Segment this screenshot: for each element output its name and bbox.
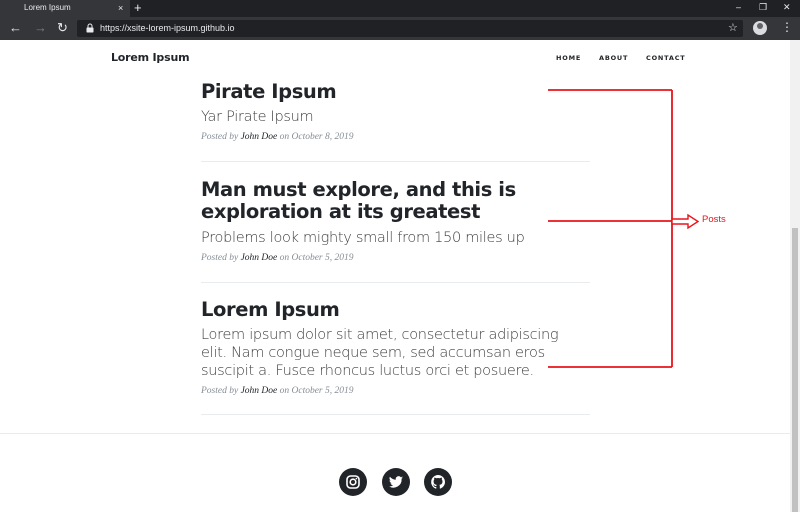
- post-title[interactable]: Man must explore, and this is exploratio…: [201, 179, 581, 223]
- post-date: October 5, 2019: [291, 386, 354, 396]
- meta-prefix: Posted by: [201, 253, 239, 263]
- meta-on: on: [279, 132, 290, 142]
- post-divider: [201, 161, 590, 162]
- new-tab-icon[interactable]: +: [134, 0, 142, 16]
- post-subtitle[interactable]: Problems look mighty small from 150 mile…: [201, 229, 601, 247]
- web-page: Lorem Ipsum HOME ABOUT CONTACT Pirate Ip…: [0, 40, 790, 512]
- browser-tab[interactable]: Lorem Ipsum ×: [0, 0, 130, 17]
- annotation-label: Posts: [702, 214, 726, 225]
- address-bar[interactable]: https://xsite-lorem-ipsum.github.io ☆: [77, 20, 743, 37]
- meta-prefix: Posted by: [201, 132, 239, 142]
- post-divider: [201, 282, 590, 283]
- post-author[interactable]: John Doe: [241, 253, 278, 263]
- browser-toolbar: ← → ↻ https://xsite-lorem-ipsum.github.i…: [0, 17, 800, 40]
- tab-title: Lorem Ipsum: [24, 3, 71, 12]
- window-close-icon[interactable]: ✕: [783, 1, 791, 13]
- url-text: https://xsite-lorem-ipsum.github.io: [100, 23, 235, 33]
- browser-tab-bar: Lorem Ipsum × + – ❐ ✕: [0, 0, 800, 17]
- post-meta: Posted by John Doe on October 8, 2019: [201, 132, 354, 142]
- profile-avatar-icon[interactable]: [753, 21, 767, 35]
- lock-icon: [86, 23, 94, 33]
- post-title[interactable]: Pirate Ipsum: [201, 81, 581, 103]
- post-date: October 5, 2019: [291, 253, 354, 263]
- nav-contact[interactable]: CONTACT: [646, 54, 686, 62]
- back-icon[interactable]: ←: [9, 21, 22, 35]
- post-meta: Posted by John Doe on October 5, 2019: [201, 253, 354, 263]
- site-brand[interactable]: Lorem Ipsum: [111, 51, 190, 64]
- tab-close-icon[interactable]: ×: [118, 2, 123, 14]
- post-meta: Posted by John Doe on October 5, 2019: [201, 386, 354, 396]
- meta-prefix: Posted by: [201, 386, 239, 396]
- minimize-icon[interactable]: –: [736, 1, 741, 13]
- nav-about[interactable]: ABOUT: [599, 54, 628, 62]
- meta-on: on: [279, 386, 290, 396]
- reload-icon[interactable]: ↻: [57, 21, 68, 35]
- footer-divider: [0, 433, 790, 434]
- restore-icon[interactable]: ❐: [759, 1, 767, 13]
- post-subtitle[interactable]: Yar Pirate Ipsum: [201, 108, 601, 126]
- post-author[interactable]: John Doe: [241, 132, 278, 142]
- post-title[interactable]: Lorem Ipsum: [201, 299, 581, 321]
- scrollbar-thumb[interactable]: [792, 228, 798, 512]
- bookmark-star-icon[interactable]: ☆: [728, 20, 738, 36]
- post-date: October 8, 2019: [291, 132, 354, 142]
- post-divider: [201, 414, 590, 415]
- post-subtitle[interactable]: Lorem ipsum dolor sit amet, consectetur …: [201, 326, 586, 380]
- instagram-icon[interactable]: [339, 468, 367, 496]
- forward-icon[interactable]: →: [34, 21, 47, 35]
- twitter-icon[interactable]: [382, 468, 410, 496]
- browser-menu-icon[interactable]: ⋮: [781, 20, 793, 34]
- post-author[interactable]: John Doe: [241, 386, 278, 396]
- meta-on: on: [279, 253, 290, 263]
- github-icon[interactable]: [424, 468, 452, 496]
- nav-home[interactable]: HOME: [556, 54, 581, 62]
